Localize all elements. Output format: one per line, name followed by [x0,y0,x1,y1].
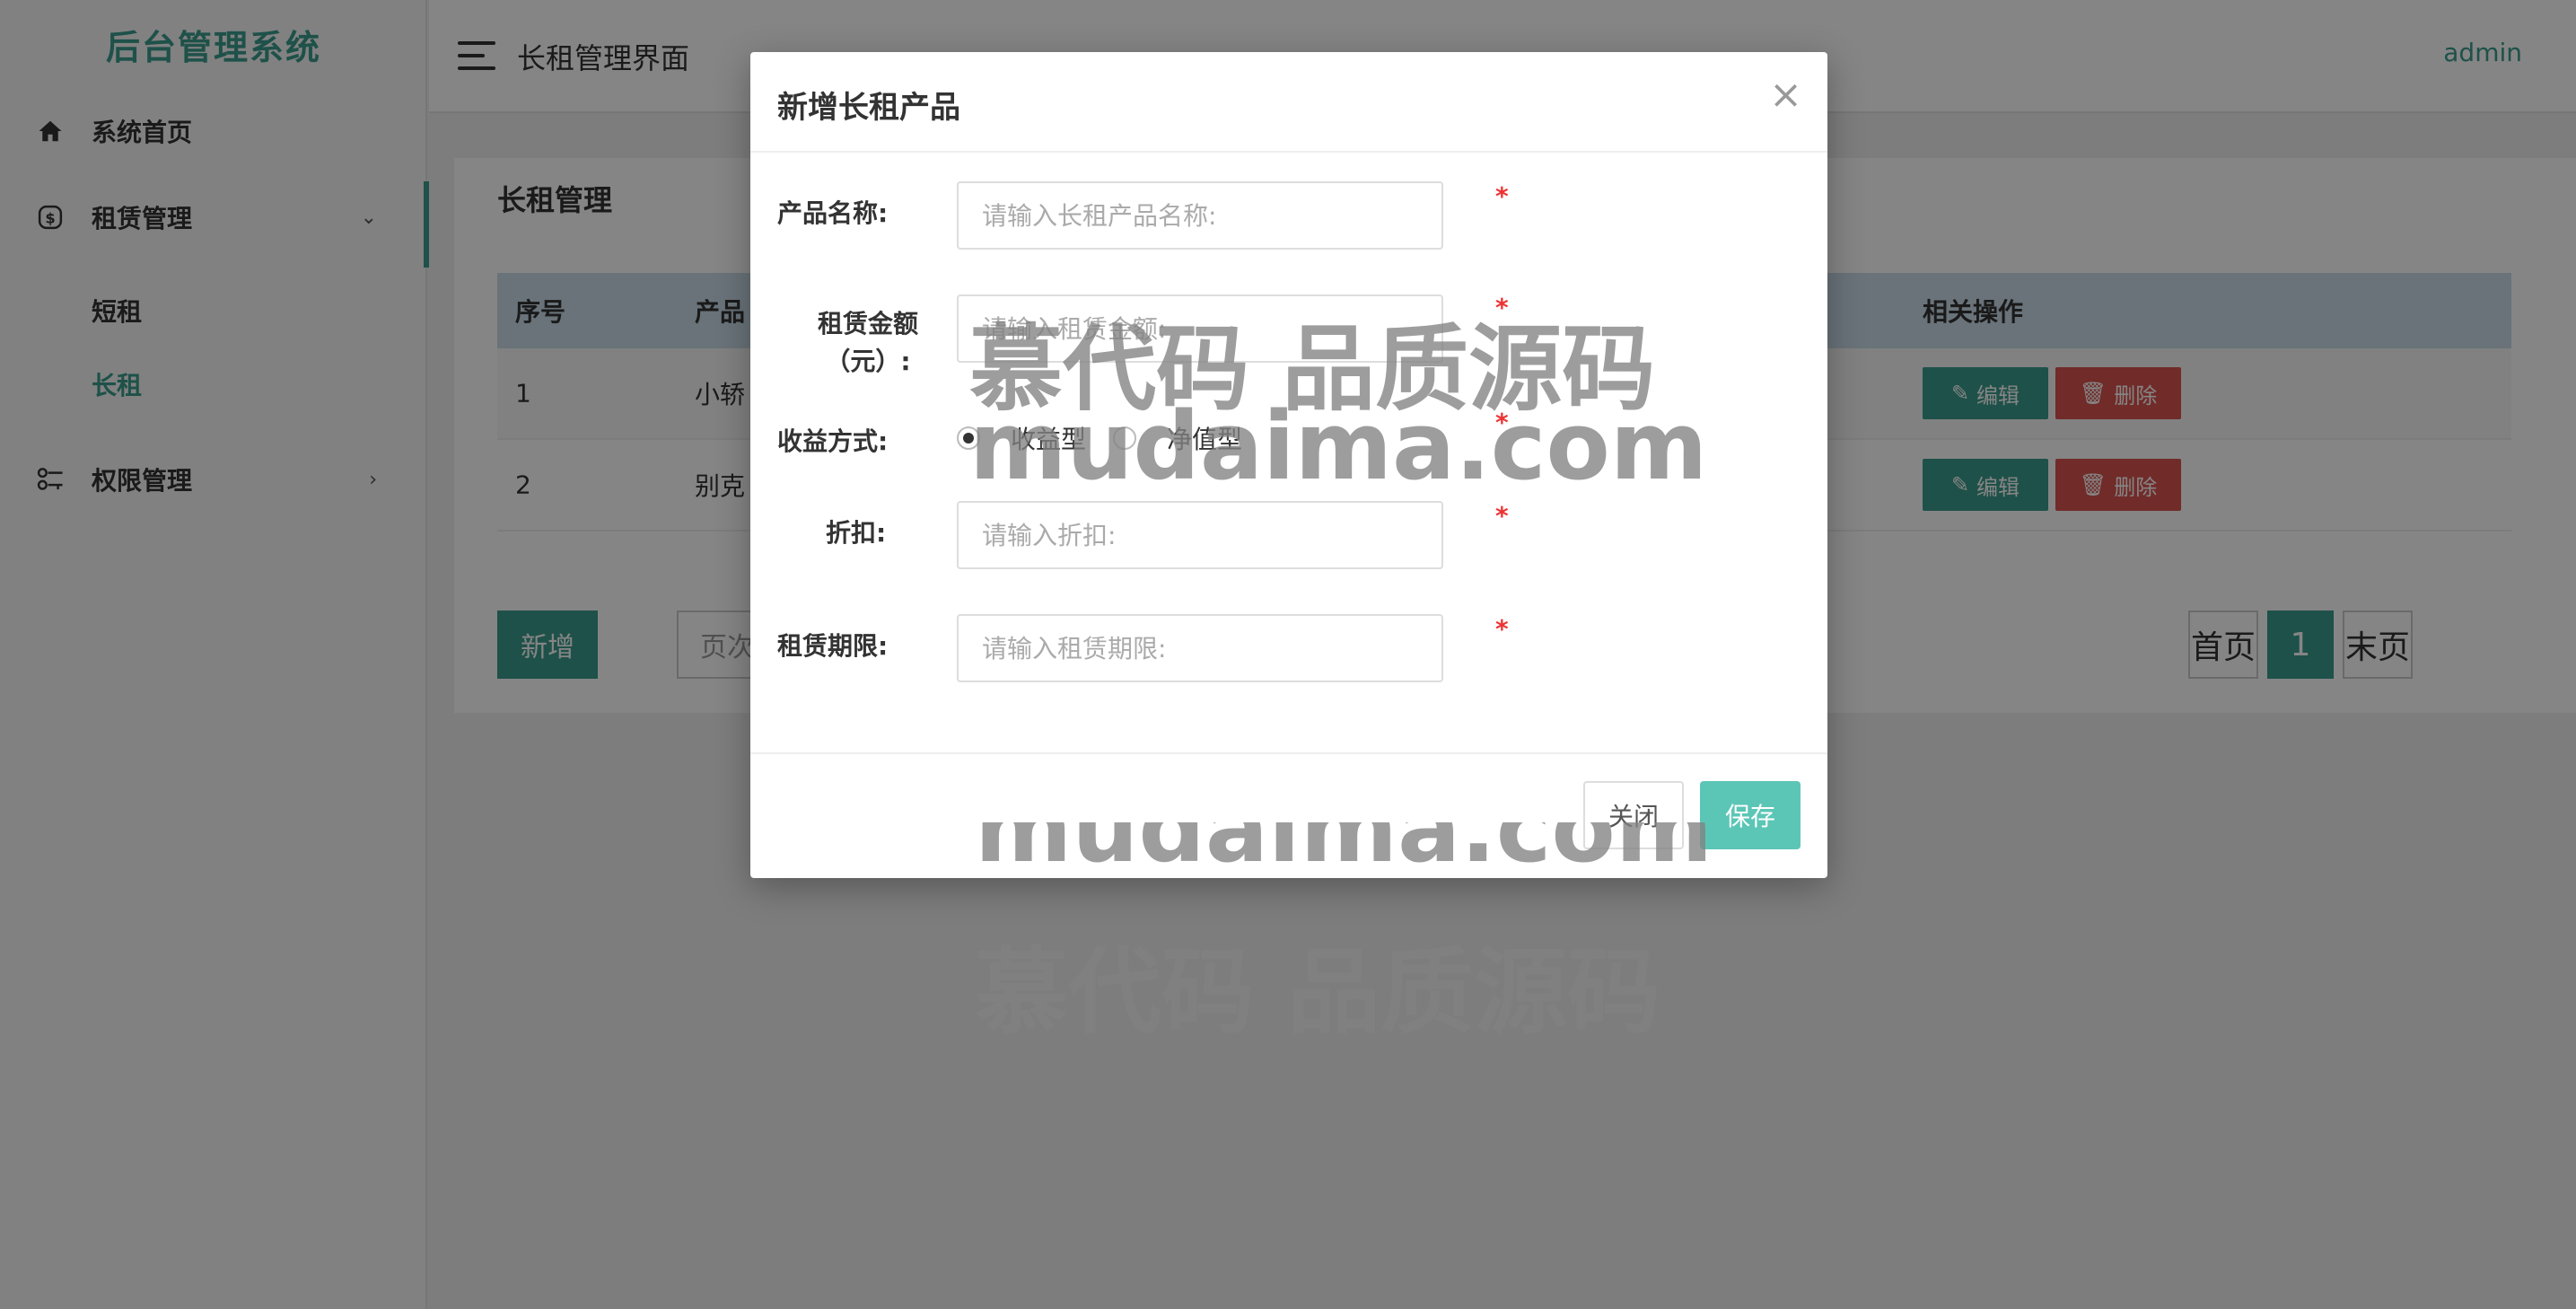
required-mark: * [1495,501,1509,531]
discount-input[interactable] [957,501,1443,569]
income-type-radio-group: 收益型 净值型 [957,420,1269,456]
discount-label: 折扣: [826,518,887,548]
modal-title: 新增长租产品 [777,90,960,126]
income-type-label: 收益方式: [777,426,889,456]
required-mark: * [1495,614,1509,644]
required-mark: * [1495,408,1509,437]
close-button[interactable]: 关闭 [1583,781,1684,849]
modal-footer: 关闭 保存 [750,752,1827,878]
add-product-modal: 新增长租产品 × 产品名称: * 租赁金额 （元）: * 收益方式: 收益型 净… [750,52,1827,878]
rental-period-input[interactable] [957,614,1443,682]
rental-amount-label-line1: 租赁金额 [817,309,918,338]
product-name-input[interactable] [957,181,1443,250]
close-icon[interactable]: × [1769,75,1802,115]
income-radio-profit[interactable] [957,426,980,450]
required-mark: * [1495,293,1509,322]
rental-amount-label: 租赁金额 （元）: [801,305,935,381]
save-button[interactable]: 保存 [1700,781,1801,849]
radio-label: 收益型 [1011,425,1087,454]
required-mark: * [1495,181,1509,211]
rental-period-label: 租赁期限: [777,631,889,661]
rental-amount-input[interactable] [957,294,1443,363]
rental-amount-label-line2: （元）: [825,347,911,376]
modal-header: 新增长租产品 × [750,52,1827,153]
income-radio-net-value[interactable] [1113,426,1137,450]
product-name-label: 产品名称: [777,198,889,228]
radio-label: 净值型 [1167,425,1243,454]
